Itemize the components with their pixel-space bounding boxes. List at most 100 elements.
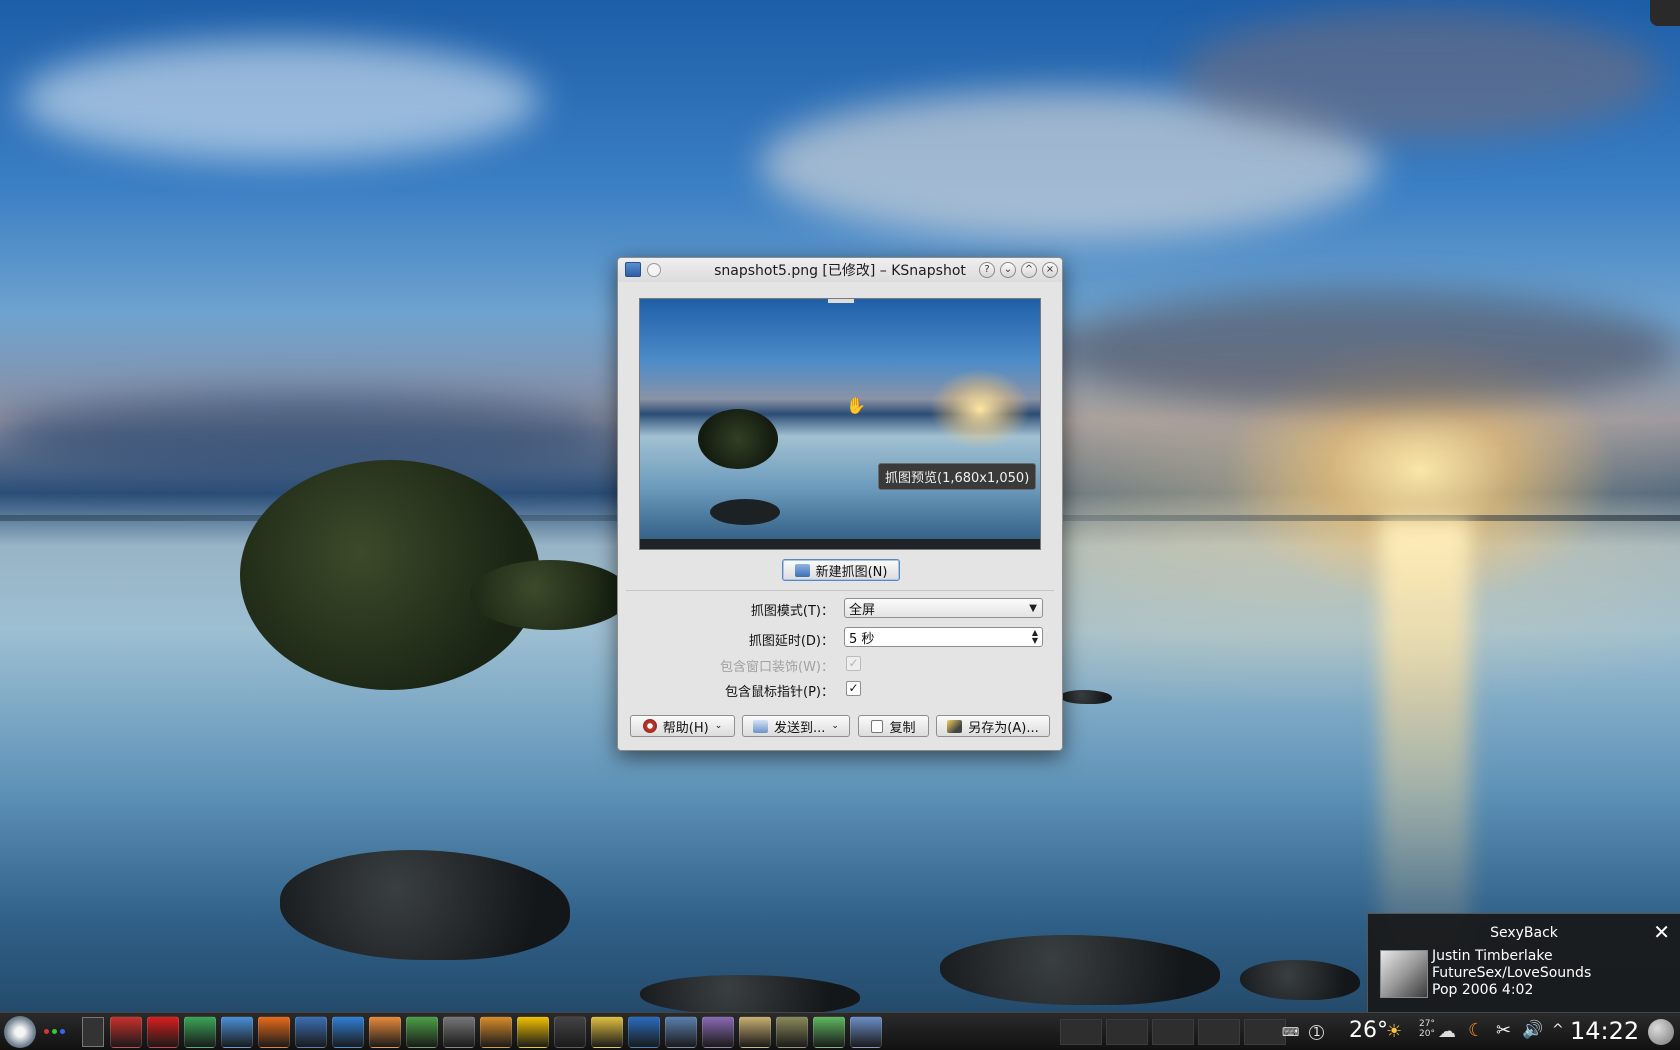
snapshot-preview[interactable]: ✋ 抓图预览(1,680x1,050) [639,298,1041,550]
help-icon [642,719,657,733]
minimize-button[interactable]: ⌄ [1000,262,1016,278]
new-snapshot-button[interactable]: 新建抓图(N) [782,559,900,581]
include-pointer-label: 包含鼠标指针(P)： [725,685,834,700]
ksnapshot-app-icon[interactable] [625,262,641,277]
capture-mode-select[interactable]: 全屏 ▼ [844,598,1043,618]
taskbar-app-icon[interactable] [554,1016,586,1048]
taskbar-app-icon[interactable] [517,1016,549,1048]
taskbar-app-icon[interactable] [406,1016,438,1048]
load-graph [1244,1019,1286,1045]
taskbar-app-icon[interactable] [295,1016,327,1048]
close-button[interactable]: × [1042,262,1058,278]
cloud [1180,10,1660,140]
moon-night-icon[interactable]: ☾ [1468,1020,1484,1041]
taskbar-app-icon[interactable] [258,1016,290,1048]
preview-tree [698,409,778,469]
divider [626,590,1054,591]
copy-icon [871,719,884,733]
desktop-corner-toolbox[interactable] [1650,0,1680,26]
temp-high: 27° [1419,1019,1435,1029]
taskbar-app-icon[interactable] [110,1016,142,1048]
temp-low: 20° [1419,1029,1435,1039]
include-decorations-label: 包含窗口装饰(W)： [720,660,834,675]
preview-tooltip: 抓图预览(1,680x1,050) [878,463,1037,490]
taskbar-app-icon[interactable] [591,1016,623,1048]
taskbar-app-icon[interactable] [813,1016,845,1048]
track-title: SexyBack [1490,925,1558,941]
taskbar-app-icon[interactable] [850,1016,882,1048]
album-cover [1380,950,1428,998]
cpu-graph [1060,1019,1102,1045]
maximize-button[interactable]: ^ [1021,262,1037,278]
taskbar-app-icon[interactable] [369,1016,401,1048]
capture-mode-value: 全屏 [849,602,876,618]
clock[interactable]: 14:22 [1570,1017,1639,1045]
taskbar-app-icon[interactable] [184,1016,216,1048]
desktop-number[interactable]: 1 [1309,1024,1325,1040]
send-to-button[interactable]: 发送到... ⌄ [742,715,850,737]
cloud [1050,290,1680,410]
dashboard-icon[interactable] [1648,1019,1674,1045]
copy-label: 复制 [889,720,916,736]
keyboard-icon[interactable]: ⌨ [1282,1025,1299,1039]
spin-arrows-icon[interactable]: ▲ ▼ [1032,629,1038,645]
desktop-pager[interactable] [82,1017,104,1047]
taskbar-app-icon[interactable] [665,1016,697,1048]
preview-top-panel [828,299,854,303]
copy-button[interactable]: 复制 [858,715,929,737]
taskbar-app-icon[interactable] [147,1016,179,1048]
include-pointer-checkbox[interactable]: ✓ [846,681,861,696]
help-button[interactable]: 帮助(H) ⌄ [630,715,735,737]
camera-icon [794,563,810,577]
track-meta: Pop 2006 4:02 [1432,982,1534,998]
dot [60,1029,65,1034]
taskbar-app-icon[interactable] [221,1016,253,1048]
taskbar-app-icon[interactable] [702,1016,734,1048]
kde-launcher-icon[interactable] [4,1016,36,1048]
taskbar: ⌨ 1 26° ☀ 27° 20° ☁ ☾ ✂ 🔊 ^ 14:22 [0,1012,1680,1050]
close-icon[interactable]: ✕ [1653,920,1670,944]
capture-delay-spinbox[interactable]: 5 秒 ▲ ▼ [844,627,1043,647]
rock [1060,690,1112,704]
window-menu-icon[interactable] [647,263,661,277]
memory-graph [1106,1019,1148,1045]
weather-icon[interactable]: ☀ [1386,1021,1402,1042]
taskbar-app-icon[interactable] [332,1016,364,1048]
capture-delay-value: 5 秒 [849,631,875,647]
taskbar-app-icon[interactable] [739,1016,771,1048]
activity-dots[interactable] [44,1029,65,1034]
network-graph [1198,1019,1240,1045]
include-decorations-checkbox[interactable]: ✓ [846,656,861,671]
taskbar-app-icon[interactable] [628,1016,660,1048]
save-as-icon [947,719,963,733]
volume-icon[interactable]: 🔊 [1522,1020,1543,1040]
rock [940,935,1220,1005]
preview-rock [710,499,780,525]
temperature[interactable]: 26° [1349,1018,1388,1043]
scissors-icon[interactable]: ✂ [1496,1020,1511,1041]
weather-forecast-icon[interactable]: ☁ [1438,1021,1456,1042]
rock [640,975,860,1015]
help-label: 帮助(H) [662,720,709,736]
ksnapshot-window: snapshot5.png [已修改] – KSnapshot ? ⌄ ^ × … [617,257,1063,751]
save-as-button[interactable]: 另存为(A)... [936,715,1050,737]
send-icon [753,719,769,733]
sun-reflection [1380,520,1470,960]
save-as-label: 另存为(A)... [968,720,1039,736]
track-artist: Justin Timberlake [1432,948,1553,964]
taskbar-app-icon[interactable] [776,1016,808,1048]
chevron-up-icon[interactable]: ^ [1552,1022,1564,1038]
swap-graph [1152,1019,1194,1045]
hand-cursor-icon: ✋ [846,396,866,415]
system-tray: ⌨ 1 [1282,1017,1325,1047]
dot [52,1029,57,1034]
task-manager [110,1016,882,1048]
now-playing-notification[interactable]: SexyBack ✕ Justin Timberlake FutureSex/L… [1367,913,1680,1012]
taskbar-app-icon[interactable] [480,1016,512,1048]
help-title-button[interactable]: ? [979,262,995,278]
taskbar-app-icon[interactable] [443,1016,475,1048]
titlebar[interactable]: snapshot5.png [已修改] – KSnapshot ? ⌄ ^ × [618,258,1062,282]
system-monitor[interactable] [1060,1019,1286,1045]
cloud [0,395,620,475]
temp-range: 27° 20° [1419,1019,1435,1039]
